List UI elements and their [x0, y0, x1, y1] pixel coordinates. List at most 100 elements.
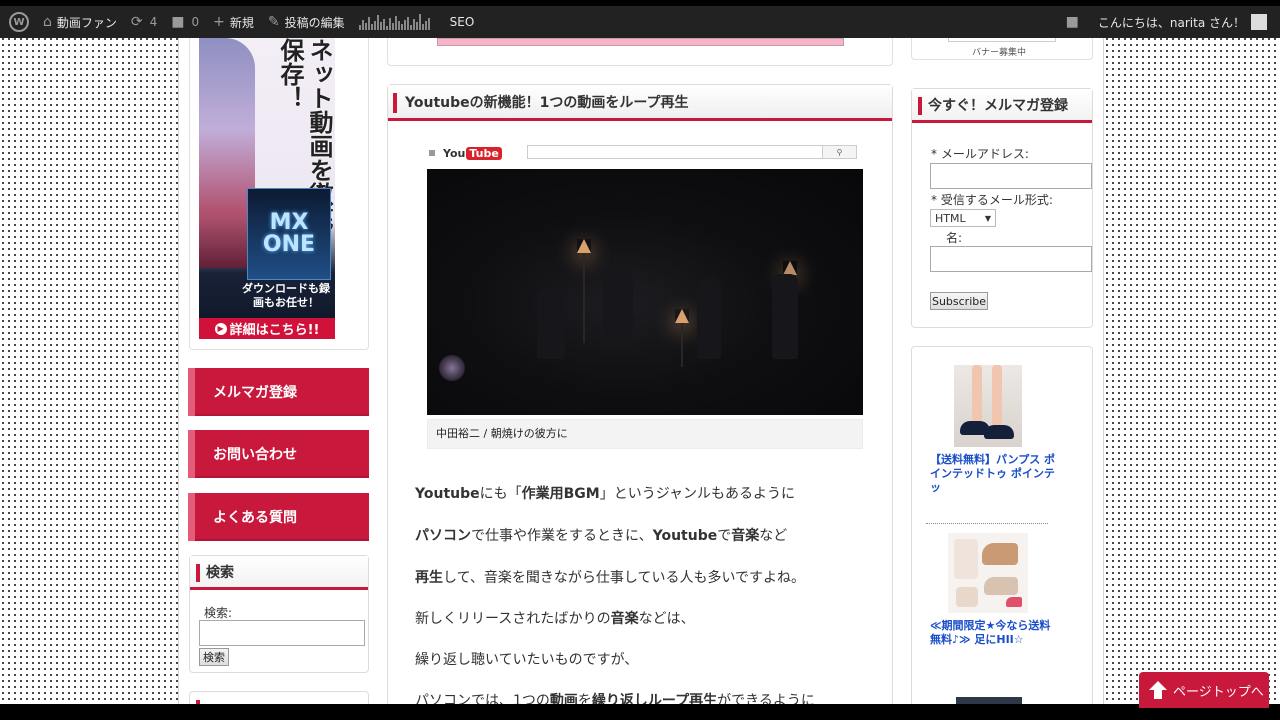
performer-silhouette [772, 274, 798, 359]
search-icon[interactable]: ⚲ [822, 146, 856, 158]
performer-silhouette [697, 279, 721, 359]
product-ads-widget: 【送料無料】パンプス ポインテッドトゥ ポインテッ ≪期間限定★今なら送料無料♪… [911, 346, 1093, 704]
format-value: HTML [935, 211, 966, 225]
comments-link[interactable]: ■ 0 [164, 6, 206, 38]
arrow-up-icon [1149, 681, 1167, 699]
next-widget [189, 691, 369, 704]
top-banner-ad[interactable] [437, 38, 844, 46]
post-article: Youtubeの新機能！1つの動画をループ再生 You Tube ⚲ 中田裕二 … [387, 84, 893, 704]
dashboard-icon: ⌂ [43, 14, 52, 30]
ad-subtext: ダウンロードも録画もお任せ！ [242, 282, 330, 309]
menu-label: メルマガ登録 [213, 385, 297, 401]
notifications-link[interactable]: ■ [1059, 6, 1091, 38]
logo-line1: MX [269, 210, 309, 235]
segment: 」というジャンルもあるように [599, 486, 796, 502]
format-label: * 受信するメール形式: [931, 193, 1053, 207]
subscribe-button[interactable]: Subscribe [930, 292, 988, 310]
pumps-product-image[interactable] [954, 365, 1022, 447]
wordpress-menu[interactable]: W [0, 6, 36, 38]
segment: して、音楽を聞きながら仕事している人も多いですよね。 [443, 570, 806, 586]
light-flare [439, 355, 465, 381]
seo-menu[interactable]: SEO [443, 6, 482, 38]
video-player[interactable] [427, 169, 863, 415]
site-name: 動画ファン [56, 15, 117, 30]
segment: 動画 [549, 693, 578, 704]
format-select[interactable]: HTML ▼ [930, 209, 996, 227]
edit-post-link[interactable]: ✎ 投稿の編集 [261, 6, 352, 38]
post-title-text: Youtubeの新機能！1つの動画をループ再生 [405, 94, 689, 111]
paragraph: パソコンで仕事や作業をするときに、Youtubeで音楽など [415, 525, 787, 545]
new-label: 新規 [229, 15, 254, 30]
seo-label: SEO [449, 15, 475, 29]
search-button[interactable]: 検索 [199, 648, 229, 666]
newsletter-title: 今すぐ！メルマガ登録 [912, 89, 1092, 123]
menu-contact[interactable]: お問い合わせ [188, 430, 369, 478]
menu-label: よくある質問 [213, 510, 297, 526]
mxone-logo: MX ONE [247, 188, 331, 280]
post-title: Youtubeの新機能！1つの動画をループ再生 [388, 85, 892, 121]
segment: で [717, 528, 732, 544]
widget-title-text: 検索 [206, 564, 234, 581]
email-field[interactable] [930, 163, 1092, 189]
paragraph: 新しくリリースされたばかりの音楽などは、 [415, 608, 695, 628]
search-label: 検索: [204, 606, 233, 620]
banner-caption: バナー募集中 [972, 48, 1027, 58]
wordpress-logo-icon: W [9, 12, 29, 32]
edit-label: 投稿の編集 [284, 15, 345, 30]
back-to-top-label: ページトップへ [1173, 684, 1264, 700]
search-widget: 検索 検索: 検索 [189, 555, 369, 673]
chevron-down-icon: ▼ [984, 213, 991, 223]
ad-cta-button[interactable]: ▶ 詳細はこちら!! [199, 318, 335, 339]
email-label: * メールアドレス: [931, 147, 1029, 161]
back-to-top-button[interactable]: ページトップへ [1139, 672, 1269, 708]
sandals-product-image[interactable] [948, 533, 1028, 613]
updates-link[interactable]: ⟳ 4 [124, 6, 164, 38]
menu-faq[interactable]: よくある質問 [188, 493, 369, 541]
menu-icon[interactable] [429, 150, 435, 156]
segment: など [759, 528, 788, 544]
video-caption[interactable]: 中田裕二 / 朝焼けの彼方に [427, 419, 863, 449]
search-widget-title: 検索 [190, 556, 368, 590]
widget-title-text: 今すぐ！メルマガ登録 [928, 97, 1068, 114]
page-wrapper: ネット動画を徹底保存！ MX ONE ダウンロードも録画もお任せ！ ▶ 詳細はこ… [178, 38, 1104, 704]
performer-silhouette [537, 289, 565, 359]
mxone-banner-ad[interactable]: ネット動画を徹底保存！ MX ONE ダウンロードも録画もお任せ！ ▶ 詳細はこ… [199, 38, 335, 339]
menu-newsletter[interactable]: メルマガ登録 [188, 368, 369, 416]
segment: で仕事や作業をするときに、 [471, 528, 653, 544]
paragraph: 再生して、音楽を聞きながら仕事している人も多いですよね。 [415, 567, 805, 587]
paragraph: 繰り返し聴いていたいものですが、 [415, 649, 638, 669]
admin-bar: W ⌂ 動画ファン ⟳ 4 ■ 0 + 新規 ✎ 投稿の編集 SEO ■ こんに… [0, 6, 1280, 38]
segment: 音楽 [610, 611, 639, 627]
stats-link[interactable] [352, 6, 443, 38]
stats-bars-icon [358, 14, 430, 30]
segment: 音楽 [731, 528, 760, 544]
site-name-link[interactable]: ⌂ 動画ファン [36, 6, 124, 38]
youtube-search-input[interactable]: ⚲ [527, 145, 857, 159]
segment: 繰り返し聴いていたいものですが、 [415, 652, 639, 668]
newsletter-widget: 今すぐ！メルマガ登録 * メールアドレス: * 受信するメール形式: HTML … [911, 88, 1093, 328]
paragraph: Youtubeにも「作業用BGM」というジャンルもあるように [415, 483, 795, 503]
segment: 再生 [415, 570, 443, 586]
segment: パソコンでは、1つの [415, 693, 550, 704]
youtube-logo[interactable]: You Tube [443, 146, 502, 160]
name-field[interactable] [930, 246, 1092, 272]
plus-icon: + [213, 14, 225, 30]
avatar [1251, 14, 1267, 30]
ad-divider [926, 523, 1048, 524]
segment: パソコン [415, 528, 471, 544]
youtube-embed[interactable]: You Tube ⚲ 中田裕二 / 朝焼けの彼方に [415, 143, 867, 453]
segment: ループ再生 [647, 693, 718, 704]
account-menu[interactable]: こんにちは、narita さん！ [1091, 6, 1280, 38]
segment: にも「 [479, 486, 522, 502]
third-product-image[interactable] [956, 697, 1022, 704]
sandals-ad-link[interactable]: ≪期間限定★今なら送料無料♪≫ 足にHII☆ [930, 619, 1060, 647]
segment: ができるように [717, 693, 815, 704]
new-content-link[interactable]: + 新規 [206, 6, 261, 38]
segment: 新しくリリースされたばかりの [415, 611, 611, 627]
name-label: 名: [946, 231, 963, 245]
banner-slot[interactable] [948, 38, 1056, 42]
segment: Youtube [415, 486, 480, 502]
pumps-ad-link[interactable]: 【送料無料】パンプス ポインテッドトゥ ポインテッ [930, 453, 1060, 495]
logo-tube: Tube [466, 146, 502, 160]
search-input[interactable] [199, 620, 365, 646]
